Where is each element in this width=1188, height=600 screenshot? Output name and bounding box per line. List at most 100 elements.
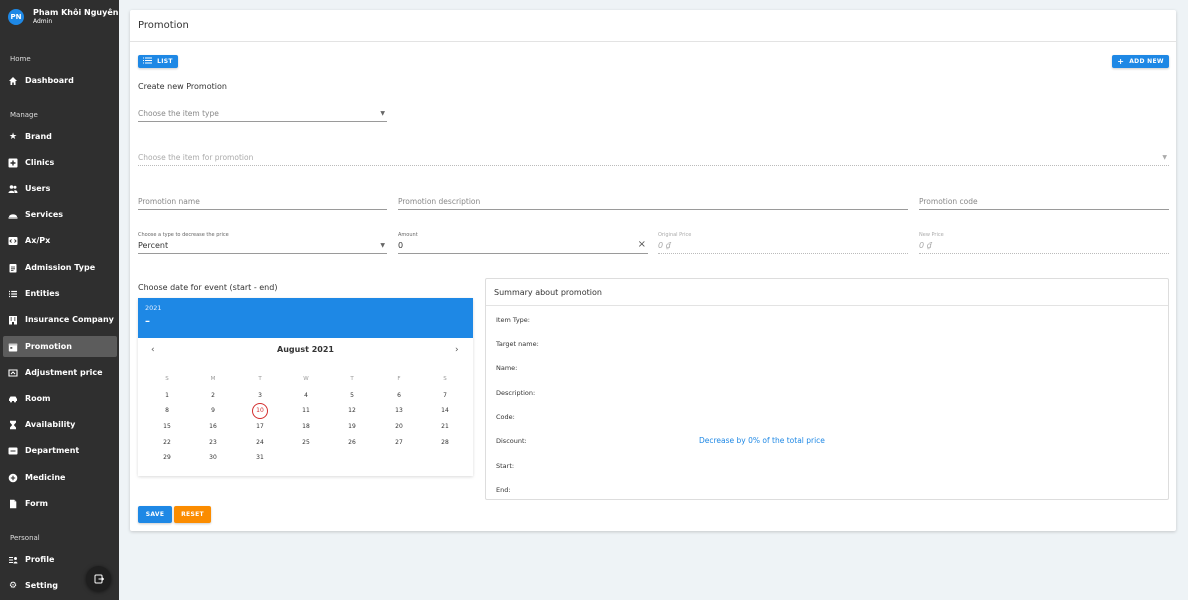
calendar-day[interactable]: 8 bbox=[159, 403, 175, 419]
promotion-item-placeholder: Choose the item for promotion bbox=[138, 153, 254, 162]
calendar-day[interactable]: 6 bbox=[391, 388, 407, 404]
summary-title: Summary about promotion bbox=[494, 288, 602, 297]
calendar-day[interactable]: 5 bbox=[344, 388, 360, 404]
original-price-field: Original Price 0 ₫ bbox=[658, 232, 908, 254]
sidebar-item-label: Setting bbox=[25, 581, 58, 590]
calendar-day[interactable]: 16 bbox=[205, 419, 221, 435]
calendar-icon bbox=[8, 342, 18, 352]
reset-button[interactable]: RESET bbox=[174, 506, 211, 523]
promotion-code-placeholder: Promotion code bbox=[919, 197, 978, 206]
sidebar-item-services[interactable]: Services bbox=[3, 204, 117, 225]
calendar-day[interactable]: 27 bbox=[391, 435, 407, 451]
calendar-day[interactable]: 19 bbox=[344, 419, 360, 435]
avatar: PN bbox=[8, 9, 24, 25]
user-profile[interactable]: PN Pham Khôi Nguyên Admin bbox=[8, 8, 118, 26]
item-type-placeholder: Choose the item type bbox=[138, 109, 219, 118]
item-type-select[interactable]: Choose the item type ▼ bbox=[138, 107, 387, 122]
calendar-day[interactable]: 14 bbox=[437, 403, 453, 419]
sidebar-item-clinics[interactable]: Clinics bbox=[3, 152, 117, 173]
amount-value: 0 bbox=[398, 241, 404, 250]
gear-icon: ⚙ bbox=[8, 580, 18, 591]
sidebar-item-label: Ax/Px bbox=[25, 236, 51, 245]
calendar-day[interactable]: 20 bbox=[391, 419, 407, 435]
home-icon bbox=[8, 76, 18, 86]
amount-field[interactable]: Amount 0 × bbox=[398, 232, 648, 254]
sidebar-item-form[interactable]: Form bbox=[3, 493, 117, 514]
section-home: Home bbox=[10, 55, 31, 63]
calendar-day[interactable]: 4 bbox=[298, 388, 314, 404]
chevron-down-icon: ▼ bbox=[1162, 154, 1167, 161]
file-icon bbox=[8, 499, 18, 509]
sidebar-item-label: Adjustment price bbox=[25, 368, 103, 377]
sidebar-item-label: Insurance Company bbox=[25, 315, 114, 324]
sidebar-item-medicine[interactable]: Medicine bbox=[3, 467, 117, 488]
sidebar-item-entities[interactable]: Entities bbox=[3, 283, 117, 304]
sidebar-item-brand[interactable]: ★ Brand bbox=[3, 126, 117, 147]
form-subtitle: Create new Promotion bbox=[138, 82, 227, 91]
calendar-day[interactable]: 12 bbox=[344, 403, 360, 419]
sidebar-item-promotion[interactable]: Promotion bbox=[3, 336, 117, 357]
code-icon bbox=[8, 236, 18, 246]
promotion-item-select[interactable]: Choose the item for promotion ▼ bbox=[138, 151, 1169, 166]
weekday-label: S bbox=[165, 376, 169, 382]
sidebar-item-insurance-company[interactable]: Insurance Company bbox=[3, 309, 117, 330]
promotion-name-field[interactable]: Promotion name bbox=[138, 195, 387, 210]
calendar-day[interactable]: 25 bbox=[298, 435, 314, 451]
picker-year[interactable]: 2021 bbox=[145, 304, 162, 312]
calendar-day[interactable]: 26 bbox=[344, 435, 360, 451]
section-personal: Personal bbox=[10, 534, 40, 542]
month-title[interactable]: August 2021 bbox=[138, 345, 473, 354]
calendar-day[interactable]: 17 bbox=[252, 419, 268, 435]
summary-discount-value: Decrease by 0% of the total price bbox=[699, 436, 825, 445]
logout-button[interactable] bbox=[86, 566, 111, 591]
sidebar-item-room[interactable]: Room bbox=[3, 388, 117, 409]
calendar-day[interactable]: 23 bbox=[205, 435, 221, 451]
calendar-day[interactable]: 2 bbox=[205, 388, 221, 404]
sidebar-item-label: Services bbox=[25, 210, 64, 219]
weekday-label: T bbox=[350, 376, 354, 382]
decrease-type-select[interactable]: Choose a type to decrease the price Perc… bbox=[138, 232, 387, 254]
sidebar-item-department[interactable]: Department bbox=[3, 440, 117, 461]
calendar-day[interactable]: 29 bbox=[159, 450, 175, 466]
list-button[interactable]: LIST bbox=[138, 55, 178, 68]
new-price-field: New Price 0 ₫ bbox=[919, 232, 1169, 254]
sidebar-item-admission-type[interactable]: Admission Type bbox=[3, 257, 117, 278]
calendar-day[interactable]: 28 bbox=[437, 435, 453, 451]
decrease-type-label: Choose a type to decrease the price bbox=[138, 232, 229, 238]
promotion-description-field[interactable]: Promotion description bbox=[398, 195, 908, 210]
calendar-day[interactable]: 30 bbox=[205, 450, 221, 466]
sidebar-item-label: Users bbox=[25, 184, 51, 193]
calendar-day[interactable]: 31 bbox=[252, 450, 268, 466]
sidebar-item-users[interactable]: Users bbox=[3, 178, 117, 199]
sidebar-item-availability[interactable]: Availability bbox=[3, 414, 117, 435]
sidebar-item-label: Dashboard bbox=[25, 76, 74, 85]
promotion-name-placeholder: Promotion name bbox=[138, 197, 200, 206]
calendar-day[interactable]: 7 bbox=[437, 388, 453, 404]
user-role: Admin bbox=[33, 18, 53, 25]
promotion-code-field[interactable]: Promotion code bbox=[919, 195, 1169, 210]
date-picker[interactable]: 2021 – ‹ › August 2021 S M T W T F S 1 2… bbox=[138, 298, 473, 476]
chevron-down-icon: ▼ bbox=[380, 242, 385, 249]
sidebar-item-label: Availability bbox=[25, 420, 76, 429]
add-new-button[interactable]: + ADD NEW bbox=[1112, 55, 1169, 68]
sidebar-item-axpx[interactable]: Ax/Px bbox=[3, 230, 117, 251]
calendar-day[interactable]: 9 bbox=[205, 403, 221, 419]
calendar-day[interactable]: 1 bbox=[159, 388, 175, 404]
chevron-down-icon: ▼ bbox=[380, 110, 385, 117]
sidebar-item-label: Department bbox=[25, 446, 80, 455]
calendar-day[interactable]: 18 bbox=[298, 419, 314, 435]
calendar-day[interactable]: 3 bbox=[252, 388, 268, 404]
calendar-day[interactable]: 21 bbox=[437, 419, 453, 435]
calendar-day[interactable]: 24 bbox=[252, 435, 268, 451]
calendar-day-today[interactable]: 10 bbox=[252, 403, 268, 419]
title-divider bbox=[130, 41, 1176, 42]
calendar-day[interactable]: 22 bbox=[159, 435, 175, 451]
sidebar-item-dashboard[interactable]: Dashboard bbox=[3, 70, 117, 91]
calendar-day[interactable]: 13 bbox=[391, 403, 407, 419]
calendar-day[interactable]: 15 bbox=[159, 419, 175, 435]
sidebar-item-label: Entities bbox=[25, 289, 60, 298]
save-button[interactable]: SAVE bbox=[138, 506, 172, 523]
clear-icon[interactable]: × bbox=[638, 239, 646, 250]
sidebar-item-adjustment-price[interactable]: Adjustment price bbox=[3, 362, 117, 383]
calendar-day[interactable]: 11 bbox=[298, 403, 314, 419]
